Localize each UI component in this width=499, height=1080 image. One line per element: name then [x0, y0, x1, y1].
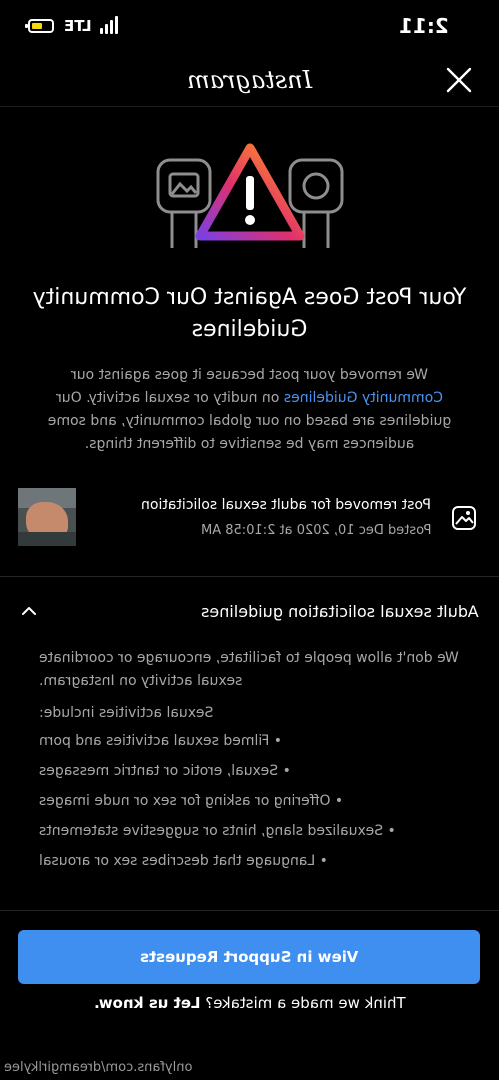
network-type: LTE — [64, 17, 92, 35]
community-guidelines-link[interactable]: Community Guidelines — [284, 390, 443, 406]
section-divider — [0, 910, 499, 911]
header: Instagram — [0, 56, 499, 107]
image-icon — [452, 506, 476, 530]
watermark: onlyfans.com/dreamgirlkylee — [4, 1060, 193, 1075]
battery-icon — [25, 19, 54, 33]
signal-icon — [96, 16, 118, 34]
guideline-item: • Sexualized slang, hints or suggestive … — [39, 823, 396, 839]
notice-body: We removed your post because it goes aga… — [40, 364, 459, 456]
status-bar: LTE 2:11 — [0, 0, 499, 56]
post-thumbnail — [18, 488, 76, 546]
guidelines-title: Adult sexual solicitation guidelines — [201, 602, 479, 621]
section-divider — [0, 576, 499, 577]
warning-illustration — [156, 143, 344, 248]
notice-title: Your Post Goes Against Our Community Gui… — [32, 285, 467, 342]
post-status-title: Post removed for adult sexual solicitati… — [141, 497, 431, 513]
removed-post-row[interactable]: Post removed for adult sexual solicitati… — [0, 480, 499, 560]
guideline-item: • Offering or asking for sex or nude ima… — [39, 793, 344, 809]
guidelines-list-heading: Sexual activities include: — [39, 705, 214, 721]
instagram-logo: Instagram — [186, 66, 313, 94]
status-time: 2:11 — [399, 14, 449, 38]
notice-body-part1: We removed your post because it goes aga… — [70, 367, 429, 383]
guideline-item: • Sexual, erotic or tantric messages — [39, 763, 291, 779]
close-icon[interactable] — [443, 64, 475, 96]
guidelines-section-header[interactable]: Adult sexual solicitation guidelines — [0, 598, 499, 628]
mistake-text: Think we made a mistake? — [204, 994, 406, 1012]
view-support-requests-button[interactable]: View in Support Requests — [18, 930, 480, 984]
guidelines-intro: We don't allow people to facilitate, enc… — [39, 650, 459, 689]
report-mistake-row: Think we made a mistake? Let us know. — [0, 994, 499, 1012]
let-us-know-link[interactable]: Let us know. — [94, 994, 201, 1012]
warning-icon — [195, 143, 305, 241]
post-date: Posted Dec 10, 2020 at 2:10:58 AM — [200, 523, 431, 538]
guideline-item: • Filmed sexual activities and porn — [39, 733, 283, 749]
chevron-up-icon[interactable] — [20, 602, 38, 620]
guideline-item: • Language that describes sex or arousal — [39, 853, 328, 869]
